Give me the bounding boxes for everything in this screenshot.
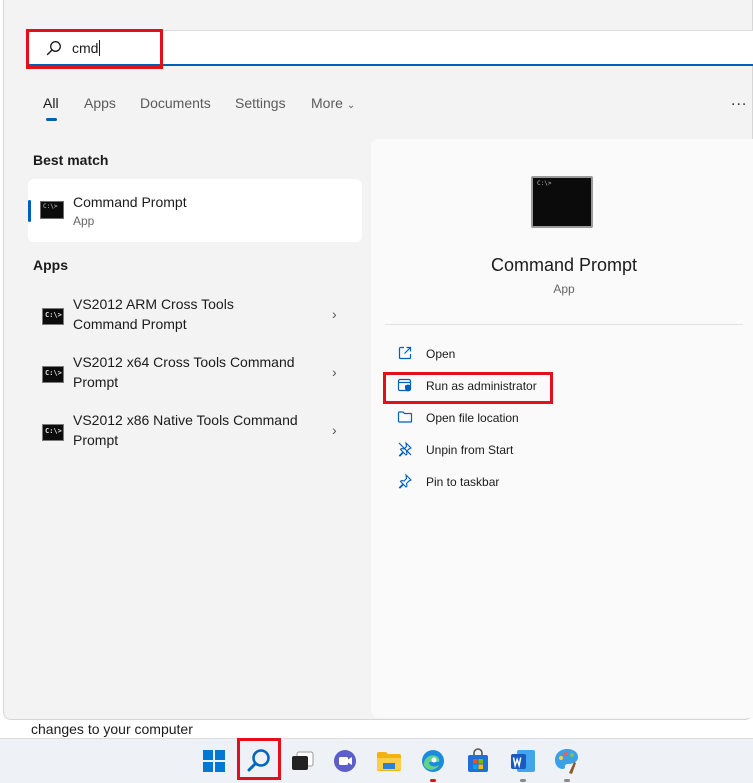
action-open[interactable]: Open [397, 343, 697, 365]
detail-pane: C:\> Command Prompt App Open Run as admi… [371, 139, 753, 718]
best-match-type: App [73, 214, 95, 228]
app-result-vs2012-x64[interactable]: C:\> VS2012 x64 Cross Tools Command Promp… [28, 352, 362, 404]
file-explorer-icon[interactable] [374, 746, 404, 776]
best-match-name: Command Prompt [73, 194, 187, 210]
best-match-heading: Best match [33, 152, 109, 168]
unpin-icon [398, 441, 412, 457]
microsoft-store-icon[interactable] [463, 746, 493, 776]
apps-heading: Apps [33, 257, 68, 273]
chevron-right-icon[interactable]: › [332, 306, 337, 322]
tab-active-indicator [46, 118, 57, 121]
best-match-result[interactable]: C:\> Command Prompt App [28, 179, 362, 242]
shield-icon [397, 378, 412, 392]
tab-settings[interactable]: Settings [235, 95, 286, 111]
command-prompt-icon: C:\> [42, 366, 64, 383]
start-search-panel: cmd All Apps Documents Settings More ⌄ ..… [3, 0, 753, 720]
pin-icon [398, 473, 412, 489]
app-result-vs2012-x86[interactable]: C:\> VS2012 x86 Native Tools Command Prom… [28, 410, 362, 462]
app-result-vs2012-arm[interactable]: C:\> VS2012 ARM Cross Tools Command Promp… [28, 294, 362, 346]
search-icon [46, 41, 61, 56]
edge-browser-icon[interactable] [418, 746, 448, 776]
action-pin-to-taskbar[interactable]: Pin to taskbar [397, 471, 697, 493]
more-options-button[interactable]: ... [731, 92, 747, 110]
taskbar [0, 738, 753, 783]
action-unpin-from-start[interactable]: Unpin from Start [397, 439, 697, 461]
word-icon[interactable] [508, 746, 538, 776]
folder-icon [397, 411, 413, 423]
tab-more[interactable]: More ⌄ [311, 95, 355, 111]
chevron-right-icon[interactable]: › [332, 364, 337, 380]
action-run-as-administrator[interactable]: Run as administrator [397, 375, 697, 397]
search-input[interactable]: cmd [72, 40, 101, 56]
divider [385, 324, 743, 325]
search-box[interactable]: cmd [28, 30, 753, 66]
app-result-label: VS2012 x64 Cross Tools Command Prompt [73, 354, 295, 390]
detail-title: Command Prompt [490, 255, 638, 275]
command-prompt-icon: C:\> [40, 201, 64, 219]
action-open-file-location[interactable]: Open file location [397, 407, 697, 429]
paint-icon[interactable] [552, 746, 582, 776]
chat-icon[interactable] [330, 746, 360, 776]
windows-start-icon[interactable] [199, 746, 229, 776]
text-caret [99, 40, 101, 56]
task-view-icon[interactable] [288, 746, 318, 776]
background-window-text: changes to your computer [31, 721, 193, 737]
chevron-right-icon[interactable]: › [332, 422, 337, 438]
selection-indicator [28, 200, 31, 222]
open-icon [398, 346, 412, 360]
command-prompt-icon: C:\> [42, 308, 64, 325]
command-prompt-icon: C:\> [42, 424, 64, 441]
tab-apps[interactable]: Apps [84, 95, 116, 111]
detail-type: App [553, 282, 575, 296]
command-prompt-large-icon: C:\> [531, 176, 593, 228]
search-taskbar-icon[interactable] [244, 746, 274, 776]
chevron-down-icon: ⌄ [346, 100, 356, 111]
app-result-label: VS2012 ARM Cross Tools Command Prompt [73, 296, 234, 332]
app-result-label: VS2012 x86 Native Tools Command Prompt [73, 412, 298, 448]
tab-all[interactable]: All [43, 95, 59, 111]
tab-documents[interactable]: Documents [140, 95, 211, 111]
